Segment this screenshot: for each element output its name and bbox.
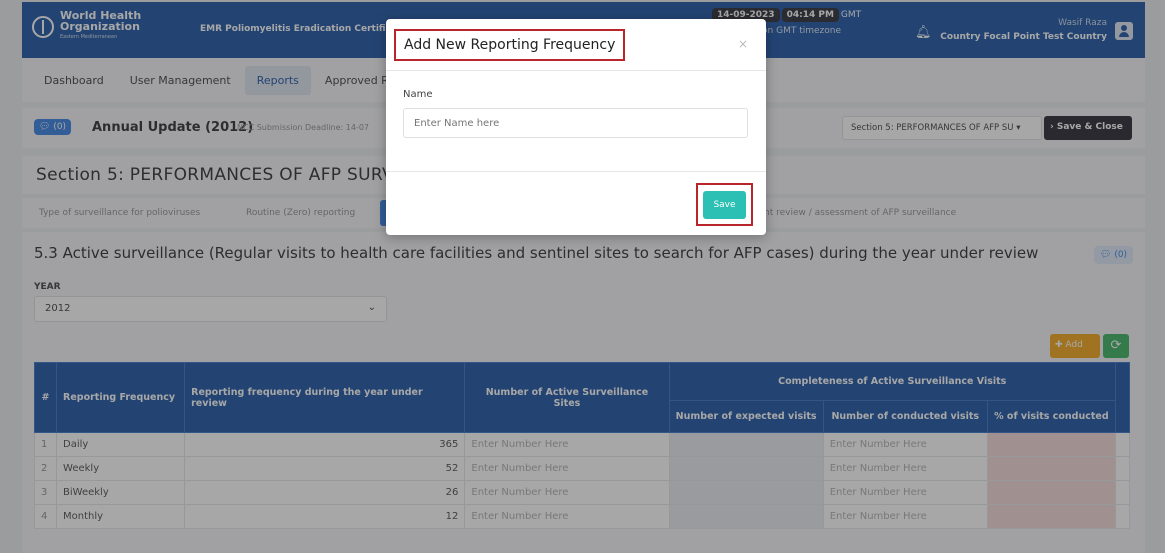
close-icon[interactable]: ×: [738, 37, 748, 51]
save-button[interactable]: Save: [703, 191, 746, 219]
modal-header: Add New Reporting Frequency ×: [386, 19, 766, 71]
name-input[interactable]: [403, 108, 748, 138]
modal-title: Add New Reporting Frequency: [394, 29, 626, 61]
modal-footer-divider: [386, 171, 766, 172]
name-label: Name: [403, 89, 433, 100]
save-highlight: Save: [696, 183, 753, 226]
add-frequency-modal: Add New Reporting Frequency × Name Save: [386, 19, 766, 235]
